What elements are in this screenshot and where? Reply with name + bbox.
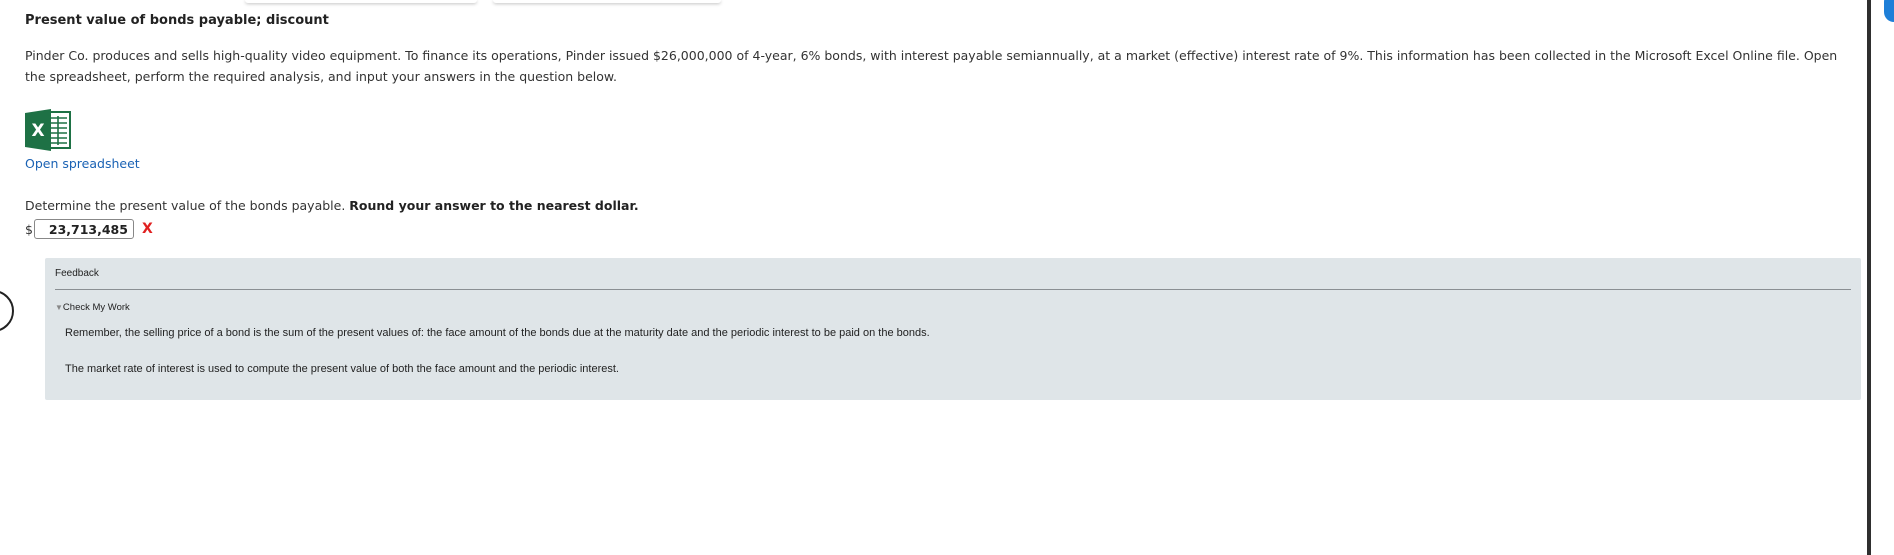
answer-row: $ X — [25, 218, 153, 240]
feedback-paragraph-1: Remember, the selling price of a bond is… — [65, 327, 930, 339]
incorrect-mark-icon: X — [141, 221, 153, 237]
currency-symbol: $ — [25, 221, 33, 237]
scroll-indicator[interactable] — [1884, 0, 1894, 22]
triangle-down-icon: ▼ — [55, 303, 63, 312]
tab-fragment-left — [245, 0, 477, 3]
tab-fragment-right — [493, 0, 721, 3]
scrollbar[interactable] — [1867, 0, 1871, 555]
check-my-work-label: Check My Work — [62, 302, 130, 313]
circle-icon-fragment — [0, 290, 14, 332]
check-my-work-toggle[interactable]: ▼Check My Work — [55, 302, 130, 313]
feedback-panel: Feedback ▼Check My Work Remember, the se… — [45, 258, 1861, 400]
excel-icon[interactable]: X — [25, 109, 72, 151]
question-instruction: Round your answer to the nearest dollar. — [349, 198, 639, 213]
answer-input[interactable] — [33, 219, 134, 239]
open-spreadsheet-link[interactable]: Open spreadsheet — [25, 156, 140, 171]
question-text: Determine the present value of the bonds… — [25, 198, 346, 213]
feedback-paragraph-2: The market rate of interest is used to c… — [65, 363, 619, 375]
problem-description: Pinder Co. produces and sells high-quali… — [25, 48, 1838, 84]
feedback-divider — [55, 289, 1851, 290]
question-prompt: Determine the present value of the bonds… — [25, 198, 639, 213]
feedback-title: Feedback — [55, 268, 99, 279]
svg-text:X: X — [31, 121, 44, 141]
problem-title: Present value of bonds payable; discount — [25, 13, 329, 28]
problem-content: Present value of bonds payable; discount… — [25, 12, 1855, 87]
